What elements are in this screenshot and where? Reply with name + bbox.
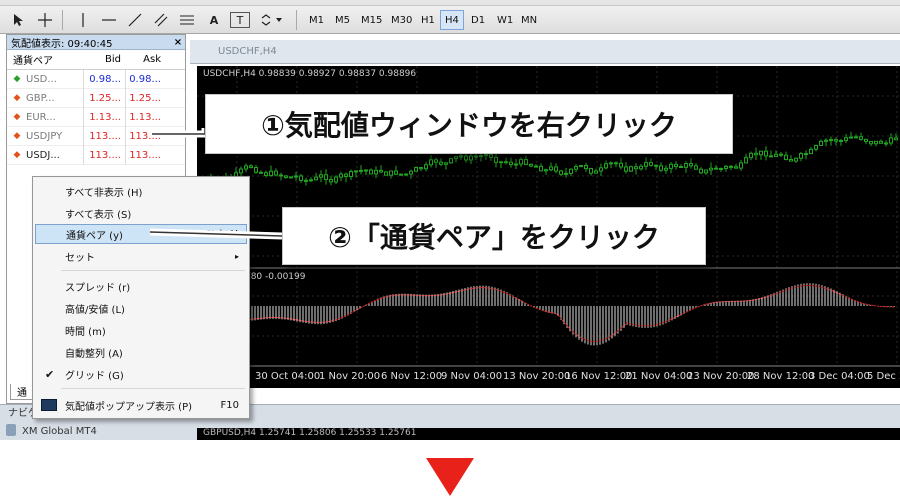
down-arrow-icon (426, 458, 474, 496)
callout-step-1-text: ①気配値ウィンドウを右クリック (261, 109, 677, 142)
callout-step-2-text: ②「通貨ペア」をクリック (328, 221, 660, 254)
callout-step-2: ②「通貨ペア」をクリック (282, 207, 706, 265)
callout-step-1: ①気配値ウィンドウを右クリック (205, 94, 733, 154)
screenshot-root: A T M1 M5 M15 M30 H1 H4 D1 W1 MN USDCHF,… (0, 0, 900, 500)
